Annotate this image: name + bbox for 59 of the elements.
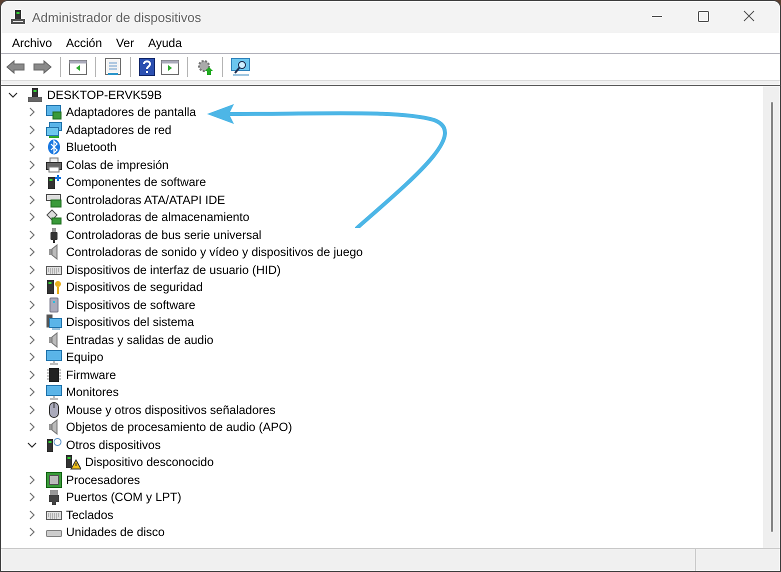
key-icon [46, 279, 62, 296]
gear-update-icon[interactable] [196, 58, 214, 76]
tree-item[interactable]: Controladoras de almacenamiento [66, 209, 250, 226]
network-icon [46, 122, 62, 138]
storage-icon [46, 209, 62, 226]
tree-item[interactable]: Mouse y otros dispositivos señaladores [66, 402, 276, 418]
tree-item[interactable]: Entradas y salidas de audio [66, 332, 214, 348]
tree-item[interactable]: Unidades de disco [66, 524, 165, 540]
tree-item[interactable]: Adaptadores de red [66, 122, 172, 138]
monitor-icon [46, 384, 62, 400]
tree-item[interactable]: Dispositivo desconocido [85, 454, 214, 470]
tree-item[interactable]: DESKTOP-ERVK59B [47, 86, 162, 103]
monitor-icon [46, 349, 62, 366]
bluetooth-icon [46, 139, 62, 156]
tree-item[interactable]: Objetos de procesamiento de audio (APO) [66, 419, 292, 436]
port-icon [46, 489, 62, 506]
mouse-icon [46, 402, 62, 418]
menu-item[interactable]: Archivo [5, 34, 60, 52]
tree-item[interactable]: Controladoras de bus serie universal [66, 226, 262, 243]
scrollbar[interactable] [763, 86, 780, 548]
properties-icon[interactable] [104, 58, 122, 76]
tree-item[interactable]: Adaptadores de pantalla [66, 104, 196, 120]
system-icon [46, 314, 62, 330]
forward-arrow-icon[interactable] [32, 58, 52, 76]
tree-item[interactable]: Dispositivos de interfaz de usuario (HID) [66, 262, 281, 278]
back-arrow-icon[interactable] [6, 58, 26, 76]
tree-item[interactable]: Bluetooth [66, 139, 117, 156]
processor-icon [46, 472, 62, 488]
display-card-icon [46, 104, 62, 120]
software-icon [46, 174, 62, 190]
panel-icon[interactable] [161, 59, 179, 75]
menu-item[interactable]: Acción [59, 34, 110, 52]
tree-item[interactable]: Dispositivos del sistema [66, 314, 194, 330]
chip-icon [46, 366, 62, 383]
tree-item[interactable]: Puertos (COM y LPT) [66, 489, 182, 506]
tree-item[interactable]: Teclados [66, 506, 114, 523]
computer-icon [10, 9, 26, 25]
panel-icon[interactable] [69, 59, 87, 75]
drive-controller-icon [46, 192, 62, 208]
monitor-search-icon[interactable] [231, 58, 251, 76]
printer-icon [46, 156, 62, 173]
tree-item[interactable]: Dispositivos de seguridad [66, 279, 203, 296]
tree-item[interactable]: Otros dispositivos [66, 436, 161, 453]
tree-item[interactable]: Colas de impresión [66, 156, 169, 173]
tree-item[interactable]: Controladoras ATA/ATAPI IDE [66, 192, 226, 208]
tree-item[interactable]: Controladoras de sonido y vídeo y dispositivos de juego [66, 244, 363, 260]
scroll-thumb[interactable] [770, 102, 772, 532]
help-icon[interactable] [139, 58, 155, 76]
tree-item[interactable]: Dispositivos de software [66, 296, 196, 313]
tree-item[interactable]: Equipo [66, 349, 104, 366]
menu-item[interactable]: Ver [109, 34, 142, 52]
menu-item[interactable]: Ayuda [141, 34, 189, 52]
tree-item[interactable]: Firmware [66, 366, 116, 383]
tree-item[interactable]: Procesadores [66, 472, 140, 488]
tree-item[interactable]: Monitores [66, 384, 119, 400]
tree-item[interactable]: Componentes de software [66, 174, 206, 190]
window-title: Administrador de dispositivos [32, 10, 202, 24]
question-device-icon [46, 436, 62, 453]
warning-icon [65, 454, 81, 470]
